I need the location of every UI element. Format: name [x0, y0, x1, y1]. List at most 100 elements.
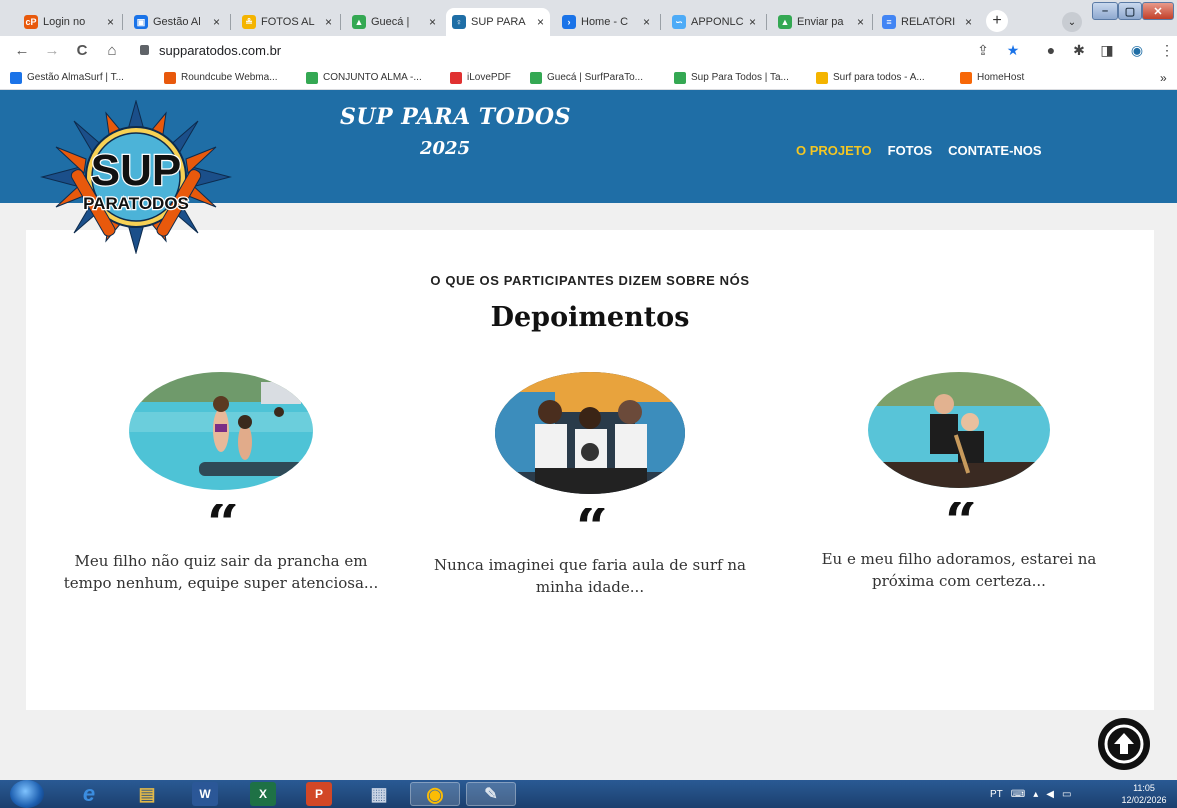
volume-icon[interactable]: ◀ [1046, 789, 1054, 800]
extensions-icon[interactable]: ✱ [1070, 41, 1088, 59]
bookmark-guaeca[interactable]: Guecá | SurfParaTo... [530, 70, 643, 85]
tab-title: Gestão Al [153, 16, 201, 28]
tab-guaeca[interactable]: ▲ Guecá | × [346, 8, 442, 36]
system-tray: PT ⌨ ▴ ◀ ▭ [990, 780, 1071, 808]
close-icon[interactable]: × [643, 15, 650, 29]
share-icon[interactable]: ⇪ [974, 41, 992, 59]
tab-home[interactable]: › Home - C × [556, 8, 656, 36]
drive-icon: ▲ [778, 15, 792, 29]
minimize-button[interactable]: – [1092, 2, 1118, 20]
site-title[interactable]: SUP PARA TODOS [340, 104, 571, 130]
start-button[interactable] [10, 780, 44, 808]
close-icon[interactable]: × [429, 15, 436, 29]
bookmark-label: Surf para todos - A... [833, 72, 925, 83]
section-heading: Depoimentos [490, 302, 690, 333]
tab-fotos[interactable]: ≗ FOTOS AL × [236, 8, 338, 36]
browser-toolbar: ← → C ⌂ supparatodos.com.br ⇪ ★ ● ✱ ◨ ◉ … [0, 36, 1177, 64]
bookmark-label: iLovePDF [467, 72, 511, 83]
close-icon[interactable]: × [107, 15, 114, 29]
tab-title: Enviar pa [797, 16, 844, 28]
testimonials-section: O QUE OS PARTICIPANTES DIZEM SOBRE NÓS D… [26, 230, 1154, 710]
internet-explorer-icon[interactable]: e [70, 781, 108, 806]
drive-icon [530, 71, 542, 84]
bookmark-roundcube[interactable]: Roundcube Webma... [164, 70, 278, 85]
excel-icon[interactable]: X [250, 782, 276, 806]
keyboard-icon[interactable]: ⌨ [1011, 789, 1025, 800]
arrow-up-circle-icon [1104, 724, 1144, 764]
tab-apponlc[interactable]: ∽ APPONLC × [666, 8, 762, 36]
profile-icon[interactable]: ● [1042, 41, 1060, 59]
sidepanel-icon[interactable]: ◨ [1098, 41, 1116, 59]
close-icon[interactable]: × [537, 15, 544, 29]
address-bar[interactable]: supparatodos.com.br [140, 40, 1040, 60]
tab-search-icon[interactable]: ⌄ [1062, 12, 1082, 32]
file-explorer-icon[interactable]: ▤ [128, 782, 166, 806]
testimonial-text: Eu e meu filho adoramos, estarei na próx… [821, 550, 1097, 590]
testimonial-text: Nunca imaginei que faria aula de surf na… [434, 556, 746, 596]
sup-para-todos-logo[interactable]: SUP PARATODOS [40, 100, 232, 254]
bookmark-sup[interactable]: Sup Para Todos | Ta... [674, 70, 789, 85]
testimonial-card: “ Nunca imaginei que faria aula de surf … [430, 372, 750, 598]
back-button[interactable]: ← [12, 40, 32, 60]
tab-title: Guecá | [371, 16, 410, 28]
close-icon[interactable]: × [213, 15, 220, 29]
home-button[interactable]: ⌂ [102, 40, 122, 60]
tab-strip: cP Login no × ▣ Gestão Al × ≗ FOTOS AL ×… [0, 0, 1177, 36]
tab-title: Login no [43, 16, 86, 28]
tab-login[interactable]: cP Login no × [18, 8, 120, 36]
bookmark-surf[interactable]: Surf para todos - A... [816, 70, 925, 85]
photos-icon: ≗ [242, 15, 256, 29]
nav-o-projeto[interactable]: O PROJETO [796, 143, 872, 158]
close-icon[interactable]: × [749, 15, 756, 29]
tab-sup-para-todos[interactable]: ♀ SUP PARA × [446, 8, 550, 36]
network-icon[interactable]: ▭ [1062, 789, 1071, 800]
close-icon[interactable]: × [857, 15, 864, 29]
maximize-button[interactable]: ▢ [1118, 2, 1142, 20]
word-icon[interactable]: W [192, 782, 218, 806]
bookmark-conjunto[interactable]: CONJUNTO ALMA -... [306, 70, 422, 85]
powerpoint-icon[interactable]: P [306, 782, 332, 806]
bookmarks-bar: Gestão AlmaSurf | T... Roundcube Webma..… [0, 64, 1177, 90]
nav-fotos[interactable]: FOTOS [888, 143, 933, 158]
close-icon[interactable]: × [325, 15, 332, 29]
tab-enviar[interactable]: ▲ Enviar pa × [772, 8, 870, 36]
testimonial-card: “ Meu filho não quiz sair da prancha em … [61, 372, 381, 594]
forward-button[interactable]: → [42, 40, 62, 60]
system-clock[interactable]: 11:05 12/02/2026 [1118, 782, 1170, 806]
testimonial-photo [868, 372, 1050, 488]
bookmark-gestao[interactable]: Gestão AlmaSurf | T... [10, 70, 124, 85]
back-to-top-button[interactable] [1098, 718, 1150, 770]
language-indicator[interactable]: PT [990, 789, 1003, 800]
chrome-icon[interactable]: ◉ [410, 782, 460, 806]
bookmark-homehost[interactable]: HomeHost [960, 70, 1024, 85]
tab-gestao[interactable]: ▣ Gestão Al × [128, 8, 226, 36]
testimonial-text: Meu filho não quiz sair da prancha em te… [63, 552, 379, 592]
location-pin-icon: ♀ [452, 15, 466, 29]
menu-icon[interactable]: ⋮ [1158, 41, 1176, 59]
bookmark-ilovepdf[interactable]: iLovePDF [450, 70, 511, 85]
star-icon[interactable]: ★ [1004, 41, 1022, 59]
bookmark-label: Guecá | SurfParaTo... [547, 72, 643, 83]
reload-button[interactable]: C [72, 40, 92, 60]
avatar-icon[interactable]: ◉ [1128, 41, 1146, 59]
logo-text-bottom: PARATODOS [83, 194, 189, 213]
close-window-button[interactable]: ✕ [1142, 2, 1174, 20]
roundcube-icon [164, 71, 176, 84]
docs-icon: ≡ [882, 15, 896, 29]
quote-icon: “ [575, 508, 608, 542]
url-text: supparatodos.com.br [159, 42, 282, 58]
tab-relatorio[interactable]: ≡ RELATÓRI × [876, 8, 978, 36]
close-icon[interactable]: × [965, 15, 972, 29]
drive-icon [306, 71, 318, 84]
paint-icon[interactable]: ✎ [466, 782, 516, 806]
nav-contate-nos[interactable]: CONTATE-NOS [948, 143, 1041, 158]
quote-icon: “ [944, 502, 977, 536]
logo-text-top: SUP [91, 146, 181, 195]
bookmarks-overflow-button[interactable]: » [1160, 70, 1167, 85]
roundcube-icon: cP [24, 15, 38, 29]
tab-title: RELATÓRI [901, 16, 956, 28]
calculator-icon[interactable]: ▦ [360, 782, 398, 806]
new-tab-button[interactable]: + [986, 10, 1008, 32]
tray-expand-icon[interactable]: ▴ [1033, 789, 1038, 800]
site-year: 2025 [420, 138, 471, 159]
